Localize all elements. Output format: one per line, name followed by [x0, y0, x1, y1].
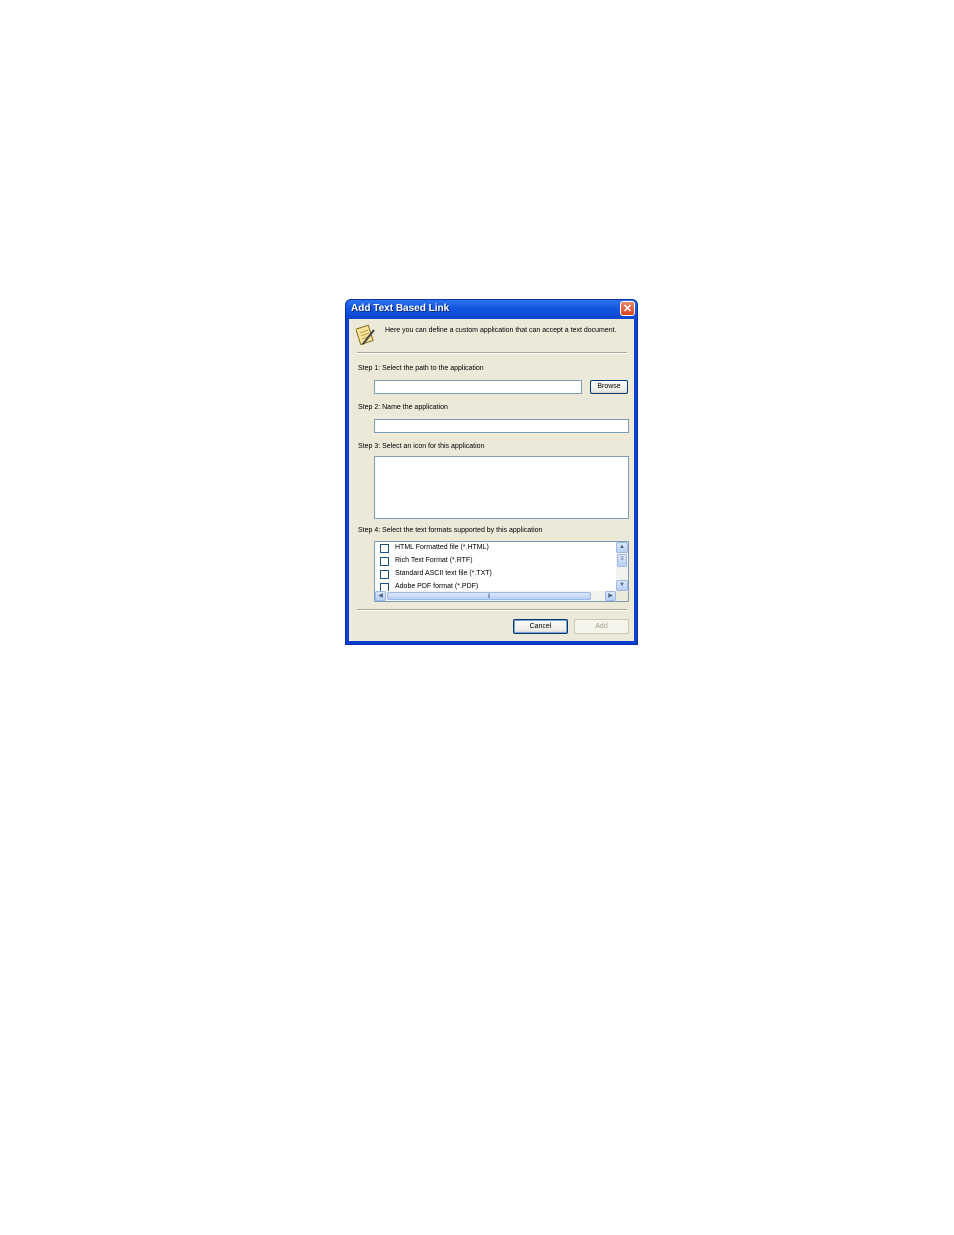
application-name-input[interactable] [374, 419, 629, 433]
dialog-body: Here you can define a custom application… [349, 319, 634, 641]
scroll-thumb-horizontal[interactable]: ‖ [387, 592, 591, 600]
step3-label: Step 3: Select an icon for this applicat… [358, 443, 485, 450]
scroll-left-icon[interactable]: ◀ [375, 591, 386, 601]
close-button[interactable]: ✕ [620, 301, 635, 316]
scroll-down-icon[interactable]: ▼ [616, 580, 628, 591]
vertical-scrollbar[interactable]: ▲ ≡ ▼ [616, 542, 628, 591]
text-formats-list[interactable]: HTML Formatted file (*.HTML) Rich Text F… [374, 541, 629, 602]
add-button[interactable]: Add [574, 619, 629, 634]
format-checkbox[interactable] [380, 570, 389, 579]
header-divider [357, 352, 627, 354]
step4-label: Step 4: Select the text formats supporte… [358, 527, 543, 534]
format-checkbox[interactable] [380, 557, 389, 566]
format-checkbox[interactable] [380, 544, 389, 553]
cancel-button[interactable]: Cancel [513, 619, 568, 634]
dialog-title: Add Text Based Link [351, 303, 450, 314]
icon-selection-box[interactable] [374, 456, 629, 519]
scroll-up-icon[interactable]: ▲ [616, 542, 628, 553]
add-text-based-link-dialog: Add Text Based Link ✕ Here you can defin… [345, 299, 638, 645]
scroll-corner [616, 591, 628, 601]
step1-label: Step 1: Select the path to the applicati… [358, 365, 484, 372]
intro-text: Here you can define a custom application… [385, 327, 617, 334]
footer-divider [357, 609, 627, 611]
title-bar[interactable]: Add Text Based Link ✕ [346, 300, 637, 319]
notepad-pencil-icon [356, 324, 375, 346]
application-path-input[interactable] [374, 380, 582, 394]
step2-label: Step 2: Name the application [358, 404, 448, 411]
scroll-right-icon[interactable]: ▶ [605, 591, 616, 601]
scroll-thumb-vertical[interactable]: ≡ [617, 554, 627, 567]
browse-button[interactable]: Browse [590, 380, 628, 394]
horizontal-scrollbar[interactable]: ◀ ‖ ▶ [375, 591, 616, 601]
